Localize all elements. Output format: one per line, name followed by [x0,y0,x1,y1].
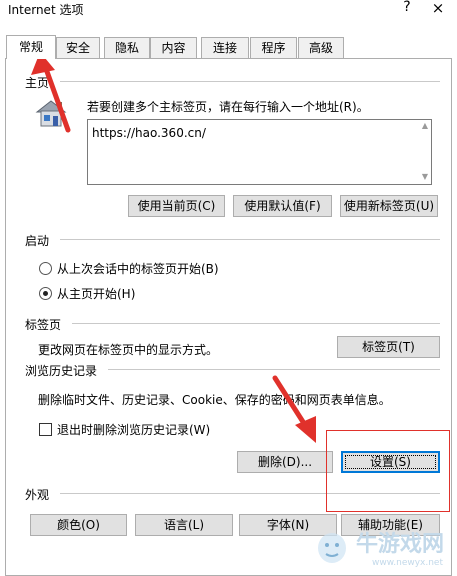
annotation-arrows [31,52,316,443]
watermark-text: 牛游戏网 [356,532,445,557]
watermark-url: www.newyx.net [372,558,444,568]
watermark: 牛游戏网 www.newyx.net [308,524,457,574]
tab-general[interactable]: 常规 [6,35,56,59]
watermark-mascot-icon [318,533,346,563]
